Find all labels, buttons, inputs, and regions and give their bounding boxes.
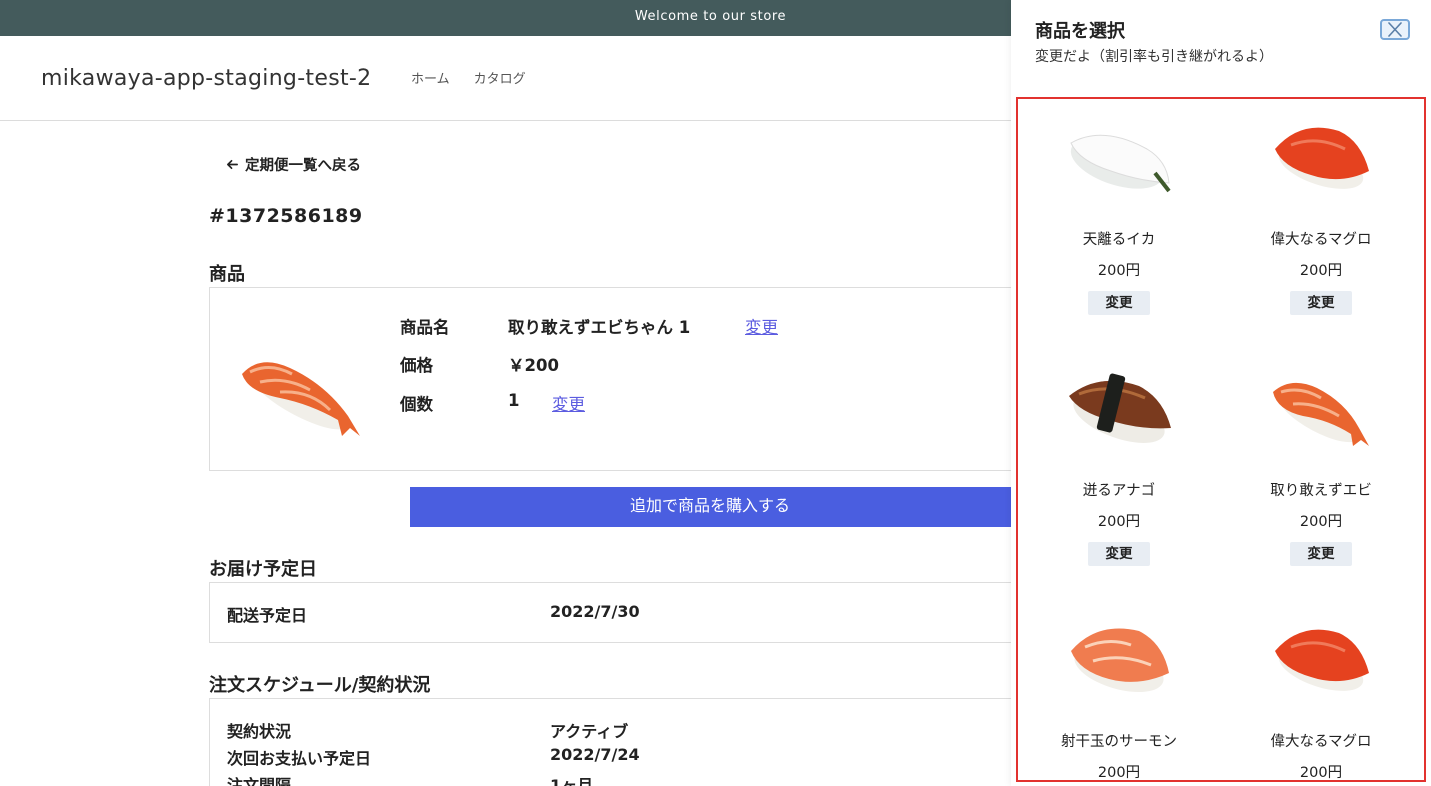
product-change-link[interactable]: 変更 bbox=[745, 314, 778, 338]
arrow-left-icon bbox=[227, 159, 238, 170]
product-name-label: 商品名 bbox=[400, 318, 450, 337]
item-price: 200円 bbox=[1299, 514, 1343, 530]
product-item[interactable]: 迸るアナゴ 200円 変更 bbox=[1018, 356, 1220, 566]
product-qty-value: 1 bbox=[508, 391, 520, 410]
product-name-value: 取り敢えずエビちゃん 1 bbox=[508, 318, 691, 337]
item-price: 200円 bbox=[1097, 263, 1141, 279]
product-section-title: 商品 bbox=[209, 264, 245, 285]
item-name: 天離るイカ bbox=[1082, 232, 1156, 248]
product-select-drawer: 商品を選択 変更だよ（割引率も引き継がれるよ） 天離るイカ 200円 変更 偉大… bbox=[1011, 0, 1431, 786]
shrimp-sushi-image bbox=[242, 362, 360, 436]
product-price-label: 価格 bbox=[400, 356, 433, 375]
item-change-button[interactable]: 変更 bbox=[1088, 291, 1150, 315]
contract-status-value: アクティブ bbox=[550, 722, 629, 741]
tuna-sushi-image bbox=[1275, 127, 1369, 189]
next-payment-label: 次回お支払い予定日 bbox=[227, 749, 372, 768]
order-interval-value: 1ヶ月 bbox=[550, 776, 594, 786]
item-name: 射干玉のサーモン bbox=[1061, 734, 1177, 750]
squid-sushi-image bbox=[1070, 134, 1171, 193]
item-change-button[interactable]: 変更 bbox=[1290, 542, 1352, 566]
product-grid: 天離るイカ 200円 変更 偉大なるマグロ 200円 変更 迸るアナゴ 200円 bbox=[1016, 97, 1426, 782]
announcement-text: Welcome to our store bbox=[634, 9, 787, 24]
site-title[interactable]: mikawaya-app-staging-test-2 bbox=[41, 66, 371, 91]
item-price: 200円 bbox=[1299, 765, 1343, 781]
product-qty-label: 個数 bbox=[400, 395, 433, 414]
item-change-button[interactable]: 変更 bbox=[1088, 542, 1150, 566]
schedule-box: 契約状況 アクティブ 次回お支払い予定日 2022/7/24 注文間隔 1ヶ月 bbox=[209, 698, 1049, 786]
item-change-button[interactable]: 変更 bbox=[1290, 291, 1352, 315]
delivery-section-title: お届け予定日 bbox=[209, 559, 317, 580]
item-price: 200円 bbox=[1299, 263, 1343, 279]
item-name: 偉大なるマグロ bbox=[1270, 734, 1372, 750]
contract-status-label: 契約状況 bbox=[227, 722, 292, 741]
item-name: 取り敢えずエビ bbox=[1270, 483, 1372, 499]
product-price-value: ￥200 bbox=[508, 356, 559, 375]
order-id: #1372586189 bbox=[209, 205, 363, 227]
product-item[interactable]: 取り敢えずエビ 200円 変更 bbox=[1220, 356, 1422, 566]
item-name: 迸るアナゴ bbox=[1082, 483, 1156, 499]
back-link-label: 定期便一覧へ戻る bbox=[245, 158, 361, 174]
item-price: 200円 bbox=[1097, 514, 1141, 530]
drawer-subtitle: 変更だよ（割引率も引き継がれるよ） bbox=[1035, 49, 1273, 65]
schedule-section-title: 注文スケジュール/契約状況 bbox=[209, 675, 431, 696]
close-icon bbox=[1388, 22, 1402, 37]
nav-item-home[interactable]: ホーム bbox=[411, 68, 450, 87]
order-interval-label: 注文間隔 bbox=[227, 776, 292, 786]
drawer-close-button[interactable] bbox=[1380, 19, 1410, 40]
item-name: 偉大なるマグロ bbox=[1270, 232, 1372, 248]
item-price: 200円 bbox=[1097, 765, 1141, 781]
main-nav: ホーム カタログ bbox=[411, 68, 526, 87]
eel-sushi-image bbox=[1069, 373, 1171, 443]
delivery-date-label: 配送予定日 bbox=[227, 606, 308, 625]
add-purchase-button[interactable]: 追加で商品を購入する bbox=[410, 487, 1050, 527]
shrimp-sushi-image bbox=[1273, 382, 1369, 446]
back-to-list-link[interactable]: 定期便一覧へ戻る bbox=[226, 154, 361, 175]
product-item[interactable]: 天離るイカ 200円 変更 bbox=[1018, 105, 1220, 315]
delivery-box: 配送予定日 2022/7/30 bbox=[209, 582, 1049, 643]
product-item[interactable]: 射干玉のサーモン 200円 変更 bbox=[1018, 607, 1220, 781]
drawer-title: 商品を選択 bbox=[1035, 21, 1125, 42]
salmon-sushi-image bbox=[1071, 628, 1169, 693]
qty-change-link[interactable]: 変更 bbox=[552, 391, 585, 415]
product-card: 商品名 取り敢えずエビちゃん 1 変更 価格 ￥200 個数 1 変更 bbox=[209, 287, 1049, 471]
nav-item-catalog[interactable]: カタログ bbox=[474, 68, 526, 87]
product-item[interactable]: 偉大なるマグロ 200円 変更 bbox=[1220, 607, 1422, 781]
next-payment-value: 2022/7/24 bbox=[550, 745, 640, 764]
product-item[interactable]: 偉大なるマグロ 200円 変更 bbox=[1220, 105, 1422, 315]
delivery-date-value: 2022/7/30 bbox=[550, 602, 640, 621]
tuna-sushi-image bbox=[1275, 629, 1369, 691]
